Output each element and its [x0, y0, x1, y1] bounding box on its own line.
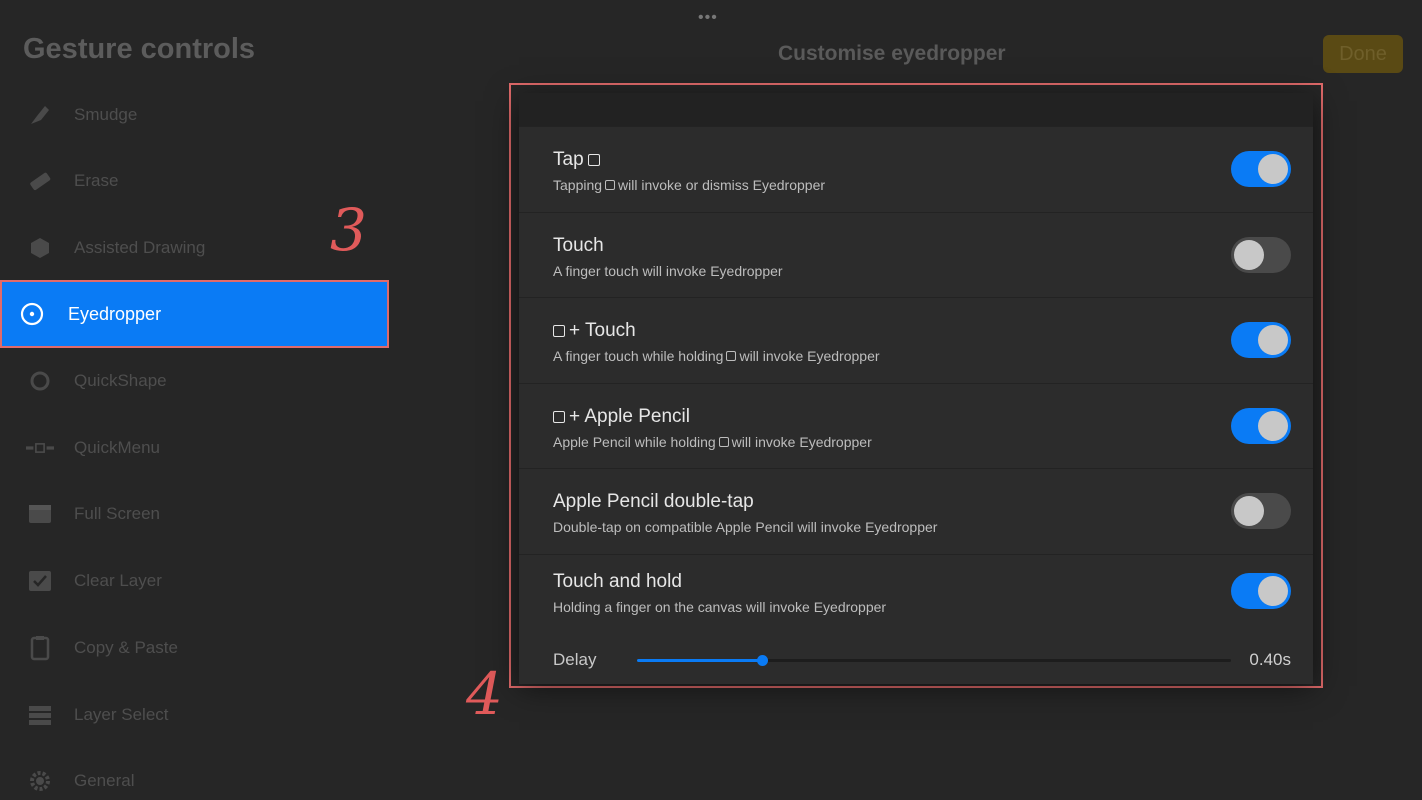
gear-icon: [26, 767, 54, 795]
sidebar-item-quickmenu[interactable]: QuickMenu: [0, 419, 390, 477]
tap-toggle[interactable]: [1231, 151, 1291, 187]
sidebar-item-quickshape[interactable]: QuickShape: [0, 352, 390, 410]
fullscreen-icon: [26, 500, 54, 528]
sidebar-item-label: Erase: [74, 171, 119, 190]
sidebar-item-label: QuickMenu: [74, 438, 160, 457]
setting-description: Holding a finger on the canvas will invo…: [553, 598, 887, 615]
sidebar-item-label: Assisted Drawing: [74, 238, 206, 257]
sidebar-item-copy-paste[interactable]: Copy & Paste: [0, 619, 390, 677]
modifier-square-icon: [553, 410, 565, 423]
setting-description: A finger touch while holding will invoke …: [553, 348, 880, 364]
quickshape-icon: [26, 367, 54, 395]
page-title: Gesture controls: [23, 33, 256, 65]
sidebar-item-label: Smudge: [74, 105, 138, 124]
sidebar-item-label: Eyedropper: [68, 303, 162, 324]
annotation-step-4: 4: [466, 660, 503, 728]
delay-slider-thumb[interactable]: [756, 654, 768, 666]
sidebar-item-full-screen[interactable]: Full Screen: [0, 485, 390, 543]
setting-row-square-touch: + Touch A finger touch while holding will…: [519, 297, 1313, 383]
square-apple-pencil-toggle[interactable]: [1231, 407, 1291, 444]
setting-description: A finger touch will invoke Eyedropper: [553, 262, 783, 279]
setting-row-apple-pencil-double-tap: Apple Pencil double-tap Double-tap on co…: [519, 468, 1313, 554]
touch-toggle[interactable]: [1231, 236, 1291, 273]
sidebar-item-label: Copy & Paste: [74, 638, 178, 657]
sidebar-item-label: QuickShape: [74, 371, 167, 390]
setting-description: Double-tap on compatible Apple Pencil wi…: [553, 519, 938, 535]
setting-title: + Apple Pencil: [553, 406, 690, 428]
modifier-square-icon: [553, 325, 565, 337]
setting-title: Tap: [553, 149, 604, 171]
panel-title: Customise eyedropper: [778, 42, 1006, 65]
setting-description: Tapping will invoke or dismiss Eyedropper: [553, 177, 826, 193]
modifier-square-icon: [726, 351, 737, 361]
setting-row-square-apple-pencil: + Apple Pencil Apple Pencil while holdin…: [519, 382, 1313, 468]
eyedropper-icon: [18, 300, 46, 328]
square-touch-toggle[interactable]: [1231, 322, 1291, 358]
smudge-icon: [26, 101, 54, 129]
modifier-square-icon: [587, 154, 600, 166]
sidebar-item-general[interactable]: General: [0, 752, 390, 800]
setting-title: Apple Pencil double-tap: [553, 491, 754, 512]
delay-value: 0.40s: [1249, 649, 1291, 669]
delay-slider-fill: [637, 658, 762, 662]
setting-title: + Touch: [553, 320, 636, 342]
delay-slider[interactable]: [637, 654, 1231, 666]
eyedropper-settings-panel: Tap Tapping will invoke or dismiss Eyedro…: [509, 83, 1323, 688]
annotation-step-3: 3: [330, 196, 367, 264]
eraser-icon: [26, 167, 54, 195]
clipboard-icon: [26, 634, 54, 662]
sidebar-item-clear-layer[interactable]: Clear Layer: [0, 552, 390, 610]
quickmenu-icon: [26, 434, 54, 462]
apple-pencil-double-tap-toggle[interactable]: [1231, 493, 1291, 529]
setting-row-touch: Touch A finger touch will invoke Eyedrop…: [519, 211, 1313, 297]
setting-row-tap: Tap Tapping will invoke or dismiss Eyedro…: [519, 126, 1313, 212]
sidebar-item-smudge[interactable]: Smudge: [0, 86, 390, 144]
done-button[interactable]: Done: [1323, 35, 1403, 73]
setting-title: Touch: [553, 234, 604, 256]
sidebar-item-layer-select[interactable]: Layer Select: [0, 686, 390, 744]
sidebar-item-label: Full Screen: [74, 504, 160, 523]
cube-icon: [26, 234, 54, 262]
layers-icon: [26, 701, 54, 729]
modifier-square-icon: [605, 180, 616, 190]
setting-row-touch-and-hold: Touch and hold Holding a finger on the c…: [519, 553, 1313, 684]
setting-description: Apple Pencil while holding will invoke Ey…: [553, 433, 872, 450]
sidebar-item-eyedropper[interactable]: Eyedropper: [0, 280, 389, 348]
delay-label: Delay: [553, 649, 597, 669]
sheet-grabber[interactable]: •••: [698, 9, 718, 27]
sidebar-item-label: General: [74, 771, 135, 790]
panel-header: [519, 93, 1313, 126]
sidebar-item-label: Layer Select: [74, 705, 169, 724]
checkbox-icon: [26, 567, 54, 595]
setting-title: Touch and hold: [553, 570, 682, 592]
sidebar-item-label: Clear Layer: [74, 571, 162, 590]
touch-and-hold-toggle[interactable]: [1231, 572, 1291, 609]
modifier-square-icon: [718, 436, 729, 447]
